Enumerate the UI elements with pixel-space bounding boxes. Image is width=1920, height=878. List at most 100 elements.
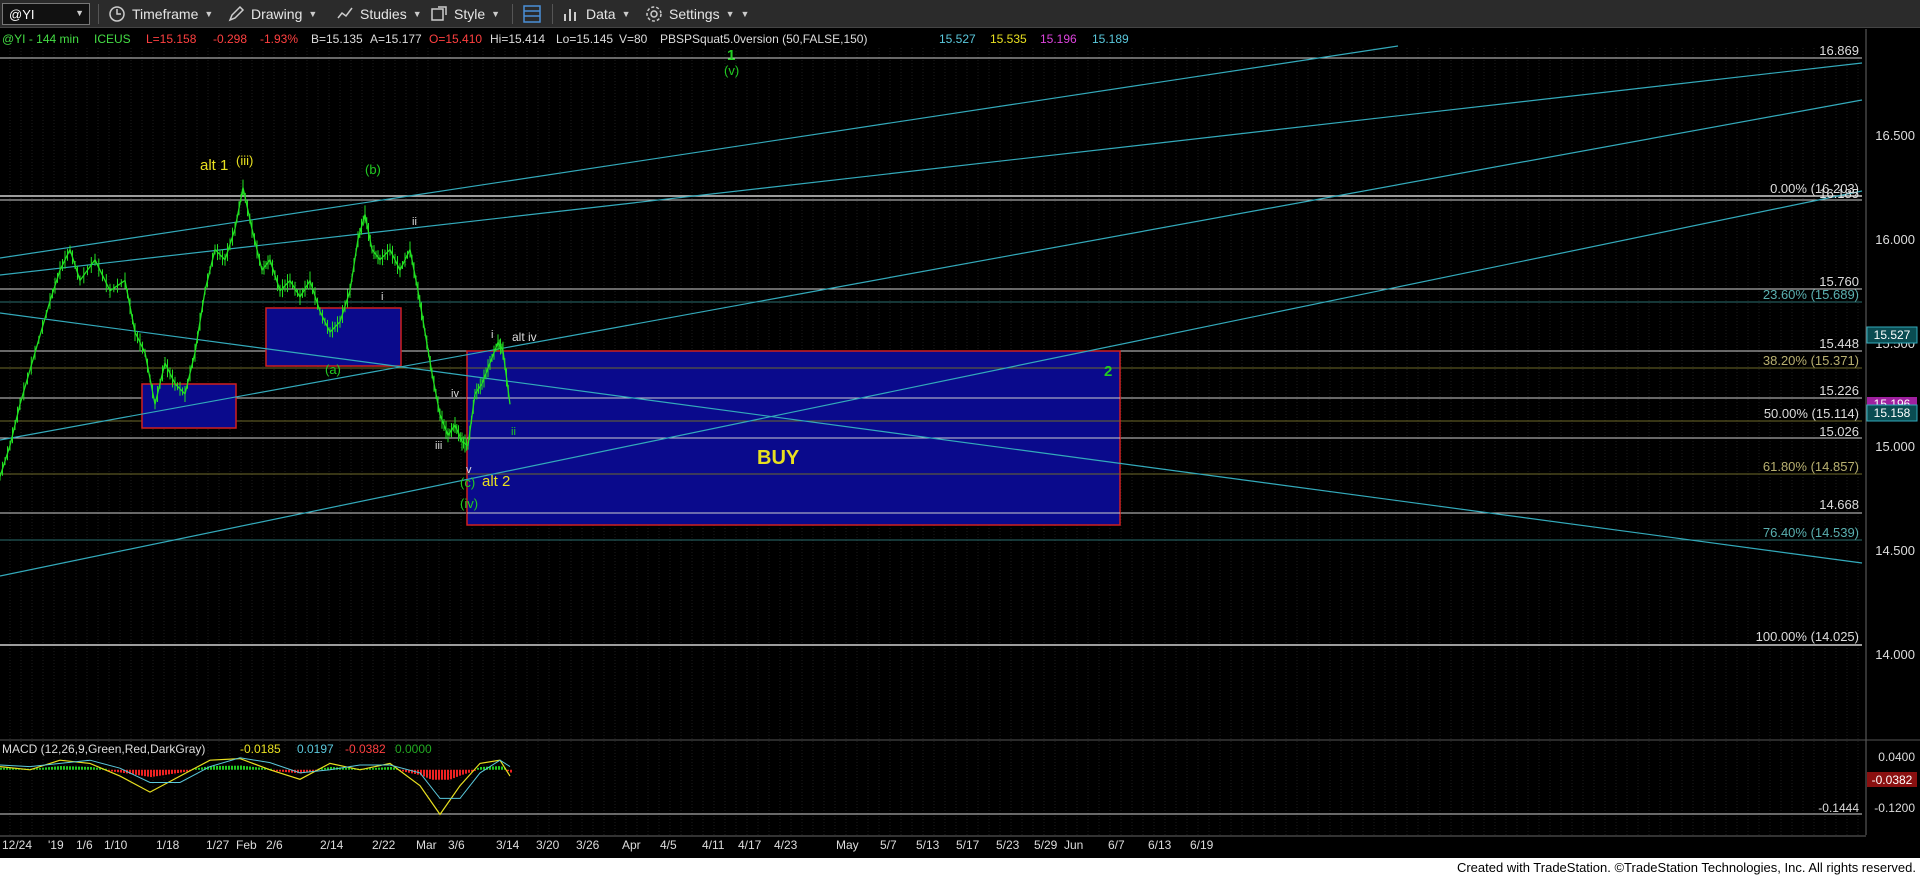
price-tick: 15.000 (1875, 439, 1915, 454)
date-tick: 5/17 (956, 838, 980, 852)
macd-bar (324, 767, 326, 770)
clock-icon (108, 5, 126, 23)
wave-label: 1 (727, 47, 735, 64)
macd-bar (327, 767, 329, 770)
wave-label: 2 (1104, 363, 1112, 380)
date-tick: 1/18 (156, 838, 180, 852)
date-tick: 12/24 (2, 838, 32, 852)
style-menu[interactable]: Style ▼ (430, 3, 500, 25)
date-tick: 4/23 (774, 838, 798, 852)
data-menu[interactable]: Data ▼ (562, 3, 631, 25)
level-label: 15.026 (1819, 424, 1859, 439)
header-high: Hi=15.414 (490, 32, 545, 46)
chevron-down-icon: ▼ (75, 8, 84, 18)
macd-value: -0.0382 (345, 742, 386, 756)
macd-bar (93, 767, 95, 770)
date-tick: 1/27 (206, 838, 230, 852)
price-tick: 14.500 (1875, 543, 1915, 558)
date-tick: 3/20 (536, 838, 560, 852)
macd-bar (75, 766, 77, 770)
gear-icon (645, 5, 663, 23)
date-tick: 4/17 (738, 838, 762, 852)
header-volume: V=80 (619, 32, 648, 46)
settings-menu[interactable]: Settings ▼ ▼ (645, 3, 749, 25)
drawing-menu[interactable]: Drawing ▼ (227, 3, 317, 25)
symbol-input[interactable]: @YI ▼ (2, 3, 90, 25)
study-value: 15.196 (1040, 32, 1077, 46)
macd-bar (255, 767, 257, 770)
macd-bar (117, 769, 119, 773)
macd-bar (369, 768, 371, 770)
macd-bar (237, 765, 239, 770)
symbol-value: @YI (9, 7, 35, 22)
header-change: -0.298 (213, 32, 247, 46)
macd-bar (96, 767, 98, 770)
macd-bar (405, 769, 407, 773)
wave-label: (v) (724, 63, 739, 78)
toolbar-divider (98, 4, 99, 24)
macd-bar (252, 766, 254, 770)
macd-bar (156, 769, 158, 777)
chart-area[interactable]: @YI - 144 min ICEUS L=15.158 -0.298 -1.9… (0, 29, 1920, 858)
chevron-down-icon: ▼ (204, 9, 214, 19)
wave-label: iv (451, 388, 459, 400)
date-tick: 1/10 (104, 838, 128, 852)
date-tick: 5/13 (916, 838, 940, 852)
macd-low-label: -0.1444 (1818, 801, 1859, 815)
macd-bar (51, 766, 53, 770)
date-tick: 3/14 (496, 838, 520, 852)
macd-bar (348, 768, 350, 770)
macd-bar (279, 769, 281, 772)
level-label: 15.226 (1819, 383, 1859, 398)
chevron-down-icon: ▼ (621, 9, 631, 19)
macd-bar (432, 769, 434, 780)
macd-value: 0.0000 (395, 742, 432, 756)
layout-button[interactable] (522, 3, 542, 25)
macd-bar (81, 766, 83, 770)
macd-bar (168, 769, 170, 775)
macd-bar (231, 765, 233, 770)
macd-bar (468, 769, 470, 773)
date-tick: Feb (236, 838, 257, 852)
macd-bar (372, 768, 374, 770)
toolbar: @YI ▼ Timeframe ▼ Drawing ▼ Studies ▼ St… (0, 0, 1920, 28)
timeframe-menu[interactable]: Timeframe ▼ (108, 3, 213, 25)
macd-bar (180, 769, 182, 773)
macd-bar (57, 766, 59, 770)
macd-bar (54, 766, 56, 770)
macd-bar (375, 767, 377, 770)
wave-label: (iii) (236, 153, 253, 168)
trend-line[interactable] (0, 45, 1399, 259)
drawing-label: Drawing (251, 6, 303, 22)
chevron-down-icon: ▼ (412, 9, 422, 19)
settings-label: Settings (669, 6, 720, 22)
fib-label: 23.60% (15.689) (1763, 287, 1859, 302)
macd-bar (114, 769, 116, 772)
macd-bar (198, 767, 200, 770)
macd-bar (423, 769, 425, 777)
fib-label: 76.40% (14.539) (1763, 525, 1859, 540)
header-bid: B=15.135 (311, 32, 363, 46)
macd-bar (159, 769, 161, 776)
date-axis[interactable]: 12/24 '19 1/6 1/10 1/18 1/27 Feb 2/6 2/14 2/22 Mar… (2, 838, 1214, 852)
date-tick: May (836, 838, 859, 852)
price-series[interactable] (0, 187, 511, 477)
macd-bar (183, 769, 185, 773)
date-tick: 6/7 (1108, 838, 1125, 852)
layout-icon (522, 4, 542, 24)
chart-header: @YI - 144 min ICEUS L=15.158 -0.298 -1.9… (2, 32, 1129, 46)
macd-bar (345, 767, 347, 770)
macd-bar (141, 769, 143, 776)
header-change-pct: -1.93% (260, 32, 298, 46)
studies-icon (336, 5, 354, 23)
macd-bar (384, 767, 386, 770)
date-tick: Mar (416, 838, 437, 852)
studies-menu[interactable]: Studies ▼ (336, 3, 422, 25)
macd-bar (459, 769, 461, 776)
macd-bar (288, 769, 290, 773)
header-exchange: ICEUS (94, 32, 131, 46)
macd-bar (174, 769, 176, 774)
wave-label: ii (412, 216, 417, 228)
macd-bar (402, 769, 404, 772)
footer: Created with TradeStation. ©TradeStation… (0, 858, 1920, 878)
